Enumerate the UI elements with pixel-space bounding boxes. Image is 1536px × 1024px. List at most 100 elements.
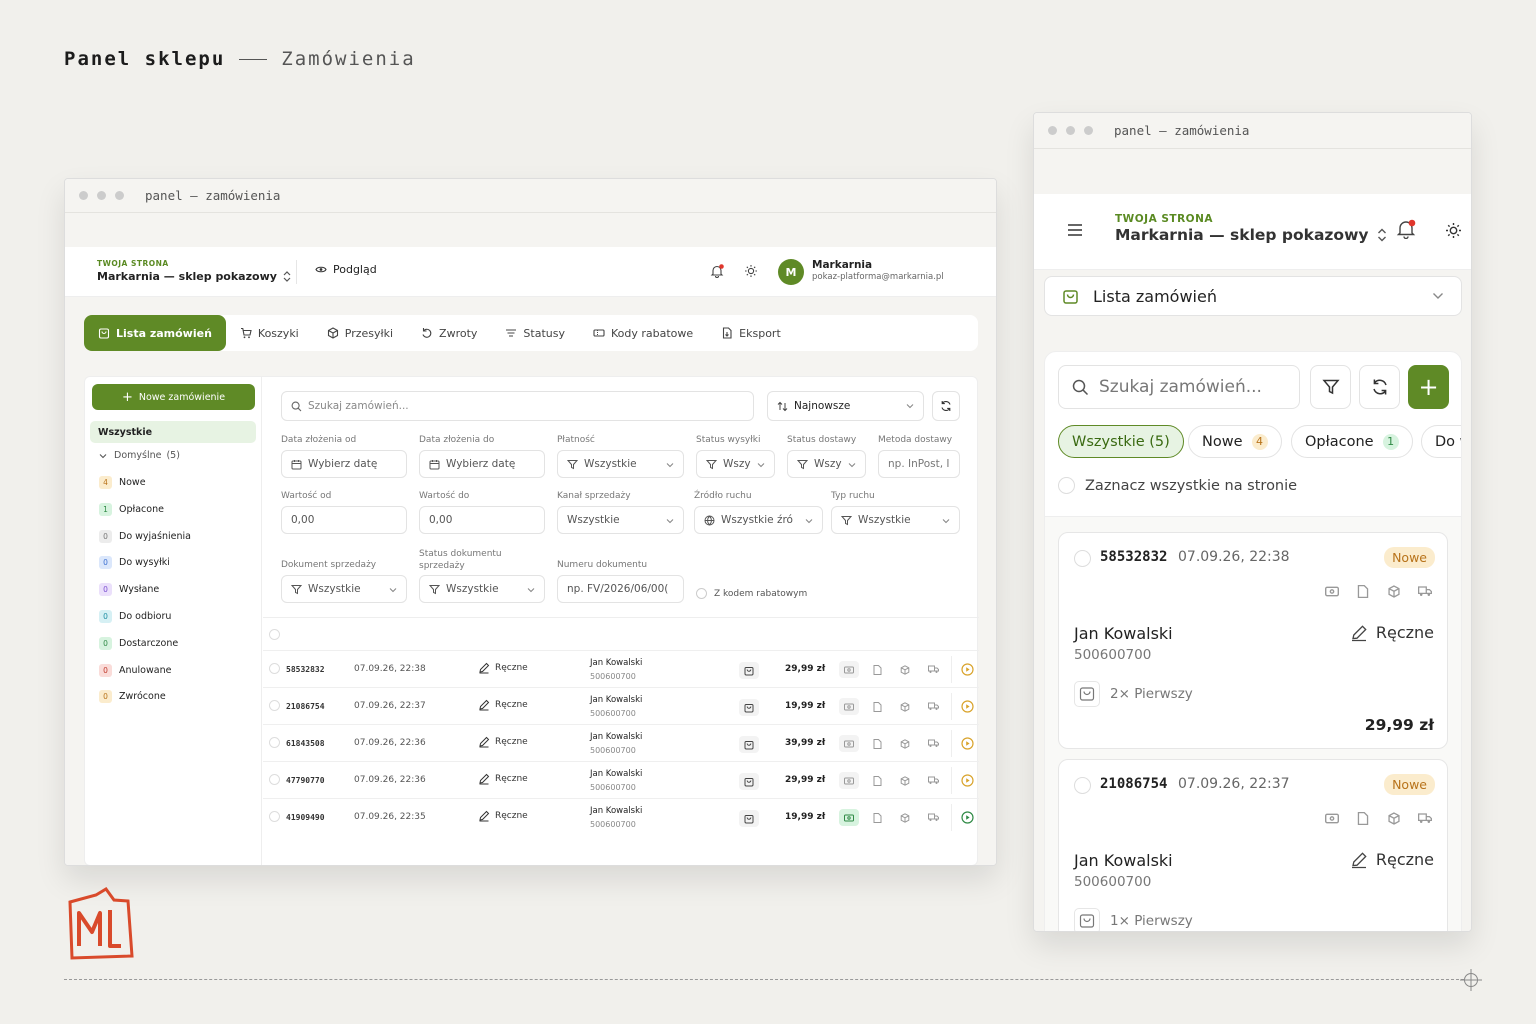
- select-all-checkbox[interactable]: Zaznacz wszystkie na stronie: [1058, 477, 1297, 494]
- sidebar-item-status[interactable]: 0 Wysłane: [99, 583, 159, 597]
- traffic-type-select[interactable]: Wszystkie: [831, 506, 960, 534]
- items-button[interactable]: [739, 773, 759, 790]
- chip-paid[interactable]: Opłacone 1: [1291, 425, 1413, 458]
- window-dot-minimize[interactable]: [1066, 126, 1075, 135]
- order-id[interactable]: 21086754: [1100, 776, 1167, 792]
- table-row[interactable]: 47790770 07.09.26, 22:36 Ręczne Jan Kowalsk…: [263, 761, 979, 798]
- sidebar-item-status[interactable]: 0 Do wysyłki: [99, 556, 170, 570]
- table-row[interactable]: 61843508 07.09.26, 22:36 Ręczne Jan Kowalsk…: [263, 724, 979, 761]
- search-input[interactable]: Szukaj zamówień...: [1058, 365, 1300, 409]
- refresh-button[interactable]: [1359, 365, 1400, 409]
- order-id[interactable]: 58532832: [286, 665, 325, 674]
- cash-icon: [844, 814, 854, 822]
- avatar[interactable]: M: [778, 259, 804, 285]
- select-all-checkbox[interactable]: [269, 629, 280, 640]
- discount-checkbox[interactable]: Z kodem rabatowym: [696, 588, 807, 599]
- row-checkbox[interactable]: [269, 811, 280, 822]
- row-action-button[interactable]: [951, 656, 983, 683]
- chevron-down-icon: [99, 453, 107, 459]
- refresh-button[interactable]: [932, 391, 960, 421]
- payment-select[interactable]: Wszystkie: [557, 450, 684, 478]
- row-checkbox[interactable]: [269, 700, 280, 711]
- user-info[interactable]: Markarnia pokaz-platforma@markarnia.pl: [812, 259, 944, 282]
- order-card[interactable]: 21086754 07.09.26, 22:37 Nowe Jan Kowalski 5…: [1058, 759, 1448, 931]
- chip-new[interactable]: Nowe 4: [1188, 425, 1282, 458]
- store-switcher[interactable]: TWOJA STRONA Markarnia — sklep pokazowy: [1115, 213, 1387, 244]
- order-id[interactable]: 41909490: [286, 813, 325, 822]
- menu-button[interactable]: [1067, 222, 1083, 241]
- row-action-button[interactable]: [951, 767, 983, 794]
- row-checkbox[interactable]: [269, 737, 280, 748]
- ticket-icon: [593, 327, 605, 339]
- order-id[interactable]: 61843508: [286, 739, 325, 748]
- sidebar-item-status[interactable]: 1 Opłacone: [99, 502, 164, 516]
- doc-select[interactable]: Wszystkie: [281, 575, 407, 603]
- delivery-status-select[interactable]: Wszy: [787, 450, 866, 478]
- items-button[interactable]: [739, 699, 759, 716]
- chip-to-ship[interactable]: Do w: [1421, 425, 1461, 458]
- ship-status-select[interactable]: Wszy: [696, 450, 775, 478]
- window-dot-minimize[interactable]: [97, 191, 106, 200]
- notifications-button[interactable]: [1396, 219, 1416, 243]
- sort-select[interactable]: Najnowsze: [767, 391, 924, 421]
- window-titlebar: panel — zamówienia: [1034, 113, 1471, 149]
- table-row[interactable]: 41909490 07.09.26, 22:35 Ręczne Jan Kowalsk…: [263, 798, 979, 835]
- row-checkbox[interactable]: [269, 774, 280, 785]
- window-dot-close[interactable]: [1048, 126, 1057, 135]
- date-to-input[interactable]: Wybierz datę: [419, 450, 545, 478]
- window-dot-close[interactable]: [79, 191, 88, 200]
- sidebar-item-status[interactable]: 0 Do wyjaśnienia: [99, 529, 191, 543]
- notifications-button[interactable]: [710, 263, 724, 282]
- card-checkbox[interactable]: [1074, 550, 1091, 567]
- table-row[interactable]: 58532832 07.09.26, 22:38 Ręczne Jan Kowalsk…: [263, 650, 979, 687]
- value-to-input[interactable]: 0,00: [419, 506, 545, 534]
- value-from-input[interactable]: 0,00: [281, 506, 407, 534]
- theme-toggle[interactable]: [744, 263, 758, 282]
- store-switcher[interactable]: TWOJA STRONA Markarnia — sklep pokazowy: [97, 259, 291, 283]
- window-dot-maximize[interactable]: [115, 191, 124, 200]
- section-select[interactable]: Lista zamówień: [1044, 276, 1462, 316]
- order-id[interactable]: 21086754: [286, 702, 325, 711]
- filter-button[interactable]: [1310, 365, 1351, 409]
- tab-statuses[interactable]: Statusy: [491, 315, 579, 351]
- search-input[interactable]: Szukaj zamówień...: [281, 391, 754, 421]
- traffic-source-select[interactable]: Wszystkie źró: [694, 506, 823, 534]
- tab-returns[interactable]: Zwroty: [407, 315, 491, 351]
- items-button[interactable]: [739, 736, 759, 753]
- tab-discount-codes[interactable]: Kody rabatowe: [579, 315, 707, 351]
- tab-shipments[interactable]: Przesyłki: [313, 315, 407, 351]
- sidebar-item-status[interactable]: 0 Dostarczone: [99, 636, 178, 650]
- doc-number-input[interactable]: np. FV/2026/06/00(: [557, 575, 684, 603]
- tab-carts[interactable]: Koszyki: [226, 315, 313, 351]
- row-action-button[interactable]: [951, 693, 983, 720]
- sidebar-group-default[interactable]: Domyślne (5): [99, 450, 180, 461]
- theme-toggle[interactable]: [1445, 222, 1462, 243]
- doc-status-select[interactable]: Wszystkie: [419, 575, 545, 603]
- window-dot-maximize[interactable]: [1084, 126, 1093, 135]
- channel-select[interactable]: Wszystkie: [557, 506, 684, 534]
- row-action-button[interactable]: [951, 730, 983, 757]
- order-id[interactable]: 47790770: [286, 776, 325, 785]
- tab-order-list[interactable]: Lista zamówień: [84, 315, 226, 351]
- chip-all[interactable]: Wszystkie (5): [1058, 425, 1184, 458]
- card-checkbox[interactable]: [1074, 777, 1091, 794]
- tab-export[interactable]: Eksport: [707, 315, 795, 351]
- sidebar-item-all[interactable]: Wszystkie: [90, 421, 256, 443]
- table-row[interactable]: 21086754 07.09.26, 22:37 Ręczne Jan Kowalsk…: [263, 687, 979, 724]
- row-checkbox[interactable]: [269, 663, 280, 674]
- new-order-button[interactable]: + Nowe zamówienie: [92, 384, 255, 410]
- items-button[interactable]: [739, 662, 759, 679]
- delivery-method-input[interactable]: np. InPost, I: [878, 450, 960, 478]
- sidebar-item-status[interactable]: 0 Anulowane: [99, 663, 171, 677]
- date-from-input[interactable]: Wybierz datę: [281, 450, 407, 478]
- order-card[interactable]: 58532832 07.09.26, 22:38 Nowe Jan Kowalski 5…: [1058, 532, 1448, 749]
- items-button[interactable]: [739, 810, 759, 827]
- order-id[interactable]: 58532832: [1100, 549, 1167, 565]
- sidebar-item-status[interactable]: 0 Zwrócone: [99, 690, 166, 704]
- customer-phone: 500600700: [1074, 647, 1152, 663]
- sidebar-item-status[interactable]: 0 Do odbioru: [99, 610, 171, 623]
- preview-button[interactable]: Podgląd: [315, 263, 377, 276]
- row-action-button[interactable]: [951, 804, 983, 831]
- add-order-button[interactable]: +: [1408, 365, 1449, 409]
- sidebar-item-status[interactable]: 4 Nowe: [99, 476, 146, 489]
